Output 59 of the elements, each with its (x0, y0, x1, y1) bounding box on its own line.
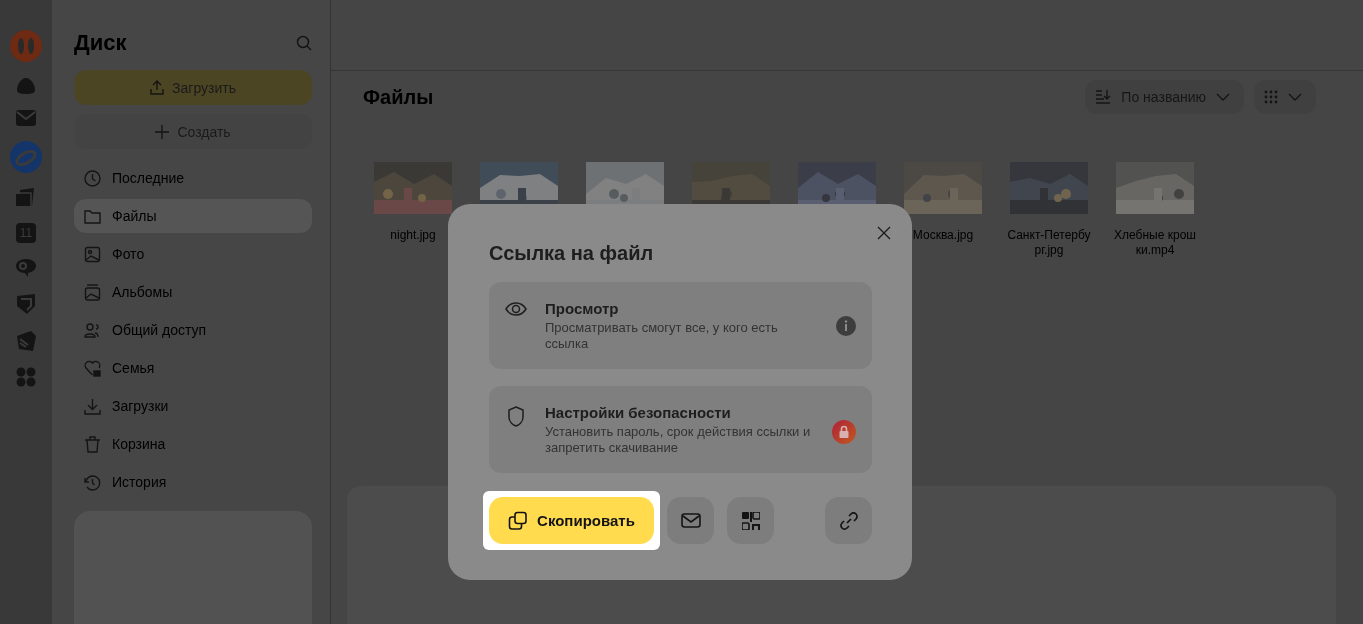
nav-icon (84, 321, 101, 339)
documents-icon[interactable] (16, 188, 36, 208)
nav-icon (84, 435, 101, 453)
chat-icon[interactable] (15, 258, 37, 278)
option-card[interactable]: Настройки безопасности Установить пароль, срок действия ссылки и запретить скачивание (489, 386, 872, 473)
app-title: Диск (74, 30, 127, 56)
nav-item[interactable]: Альбомы (74, 275, 312, 309)
nav-icon (84, 283, 101, 301)
nav-icon (84, 397, 101, 415)
upload-icon (150, 80, 165, 95)
nav-item[interactable]: Последние (74, 161, 312, 195)
nav-item[interactable]: История (74, 465, 312, 499)
option-title: Настройки безопасности (545, 404, 732, 421)
close-icon[interactable] (877, 226, 891, 240)
disk-icon[interactable] (10, 141, 42, 173)
view-mode-button[interactable] (1254, 80, 1316, 114)
apps-icon[interactable] (16, 367, 36, 387)
page-title: Файлы (363, 85, 434, 109)
plus-icon (155, 124, 170, 139)
info-icon[interactable] (836, 316, 856, 336)
nav-icon (84, 207, 101, 225)
nav-icon (84, 473, 101, 491)
nav-item[interactable]: Файлы (74, 199, 312, 233)
envelope-icon (680, 513, 701, 528)
link-button[interactable] (825, 497, 872, 544)
search-icon[interactable] (296, 35, 312, 51)
file-name[interactable]: Санкт-Петербург.jpg (1006, 228, 1092, 258)
nav-icon (84, 169, 101, 187)
file-name[interactable]: Хлебные крошки.mp4 (1112, 228, 1198, 258)
link-icon (838, 510, 859, 531)
grid-icon (1264, 90, 1278, 104)
nav-item[interactable]: Семья (74, 351, 312, 385)
option-card[interactable]: Просмотр Просматривать смогут все, у кого есть ссылка (489, 282, 872, 369)
option-description: Установить пароль, срок действия ссылки и запретить скачивание (545, 424, 812, 456)
logo-icon[interactable] (10, 30, 42, 62)
option-title: Просмотр (545, 300, 620, 317)
nav-item[interactable]: Фото (74, 237, 312, 271)
qr-code-button[interactable] (727, 497, 774, 544)
shield-icon[interactable] (16, 293, 36, 315)
lock-icon[interactable] (832, 420, 856, 444)
copy-icon (508, 510, 529, 531)
signature-icon[interactable] (15, 330, 37, 352)
mail-icon[interactable] (16, 110, 36, 126)
email-button[interactable] (667, 497, 714, 544)
dialog-title: Ссылка на файл (489, 242, 655, 265)
chevron-icon (1216, 93, 1230, 101)
nav-item[interactable]: Загрузки (74, 389, 312, 423)
nav-item[interactable]: Общий доступ (74, 313, 312, 347)
qr-code-icon (741, 511, 760, 530)
eye-icon (505, 302, 527, 316)
option-description: Просматривать смогут все, у кого есть ссылка (545, 320, 779, 352)
nav-icon (84, 245, 101, 263)
shield-icon (505, 406, 527, 427)
chevron-icon (1288, 93, 1302, 101)
copy-button[interactable]: Скопировать (489, 497, 654, 544)
sort-icon (1095, 89, 1112, 105)
cloud-icon[interactable] (16, 77, 36, 95)
nav-item[interactable]: Корзина (74, 427, 312, 461)
nav-icon (84, 359, 101, 377)
